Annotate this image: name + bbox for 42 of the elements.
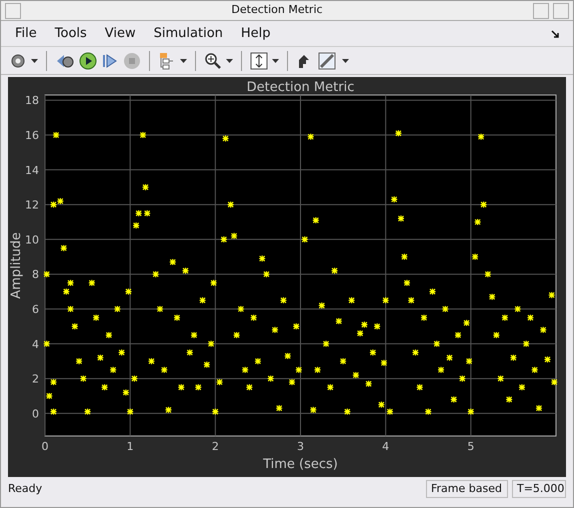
play-icon[interactable] [79,52,97,70]
x-tick-label: 2 [212,440,219,453]
caret-icon[interactable] [180,58,187,62]
menu-item[interactable]: File [15,24,37,44]
ruler-icon[interactable] [318,52,338,70]
status-message: Ready [8,480,44,497]
y-axis-label: Amplitude [9,232,24,299]
stop-icon [123,52,141,70]
caret-icon[interactable] [342,58,349,62]
scale-axes-icon[interactable] [250,52,268,70]
y-tick-label: 12 [25,198,39,212]
zoom-icon[interactable] [204,52,222,70]
y-tick-label: 6 [32,303,39,316]
step-forward-icon[interactable] [101,52,119,70]
menu-item[interactable]: View [104,24,136,44]
y-tick-label: 4 [32,338,39,351]
y-tick-label: 2 [32,372,39,386]
settings-icon[interactable] [9,52,27,70]
x-tick-label: 1 [126,440,134,453]
window-title: Detection Metric [230,2,324,18]
caret-icon[interactable] [31,58,38,62]
y-tick-label: 18 [25,94,39,108]
x-tick-label: 4 [382,440,390,453]
caret-icon[interactable] [226,58,233,62]
x-tick-label: 5 [467,440,474,453]
y-tick-label: 0 [32,407,39,420]
frame-mode-status: Frame based [426,480,508,498]
menu-item[interactable]: Help [240,24,271,44]
hierarchy-icon[interactable] [158,52,176,70]
menu-item[interactable]: Simulation [154,24,223,44]
chart-title: Detection Metric [246,80,354,95]
x-axis-label: Time (secs) [263,457,338,472]
caret-icon[interactable] [272,58,279,62]
time-status: T=5.000 [512,480,566,498]
y-tick-label: 10 [25,233,39,246]
y-tick-label: 8 [32,268,39,282]
undock-icon[interactable] [551,30,559,38]
y-tick-label: 14 [25,164,39,177]
x-tick-label: 0 [42,440,48,453]
y-tick-label: 16 [25,129,39,142]
menu-item[interactable]: Tools [54,24,87,44]
x-tick-label: 3 [297,440,304,453]
